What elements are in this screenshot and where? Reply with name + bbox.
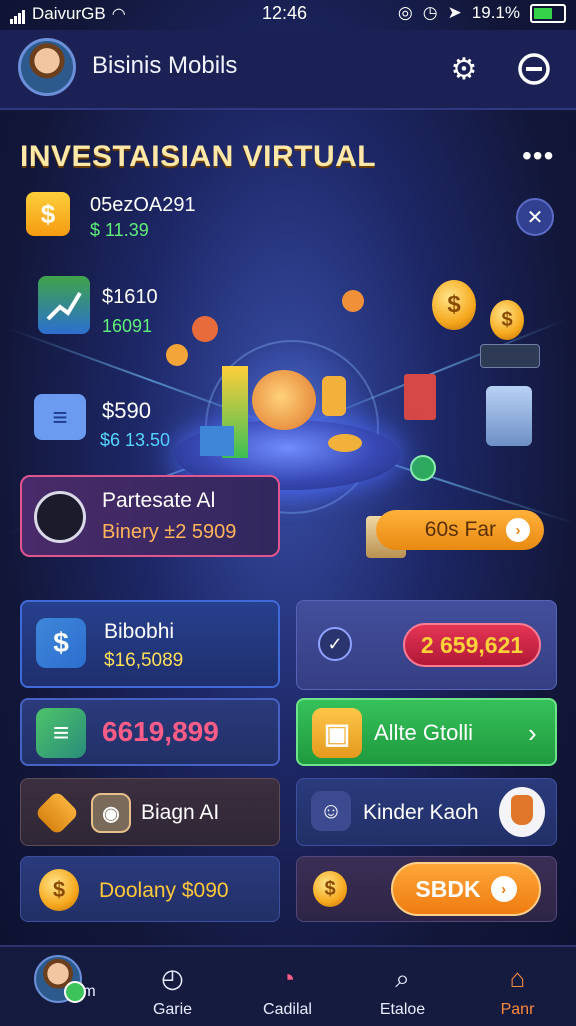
location-icon: ➤ — [447, 3, 462, 22]
promo-title: Partesate Al — [102, 489, 216, 512]
stat-1-label: 05ezOA291 — [90, 194, 196, 216]
alte-button[interactable]: ▣ Allte Gtolli › — [296, 698, 557, 766]
calculator-icon — [486, 386, 532, 446]
cash-value: 6619,899 — [102, 716, 219, 747]
coin-stack-icon — [322, 376, 346, 416]
design-card[interactable]: ◉ Biagn AI — [20, 778, 280, 846]
bibobhi-value: $16,5089 — [104, 650, 184, 671]
bibobhi-card[interactable]: $ Bibobhi $16,5089 — [20, 600, 280, 688]
nav-item-panr[interactable]: ⌂ Panr — [460, 947, 575, 1026]
kinder-label: Kinder Kaoh — [363, 801, 479, 824]
search-icon: ⌕ — [395, 963, 410, 993]
value-pill: 2 659,621 — [403, 623, 541, 667]
nav-item-cadilal[interactable]: ◔ Cadilal — [230, 947, 345, 1026]
doolany-label: Doolany $090 — [99, 879, 229, 902]
wallet-icon: $ — [26, 192, 70, 236]
trophy-icon — [499, 787, 545, 837]
alte-label: Allte Gtolli — [374, 720, 474, 745]
home-icon: ⌂ — [509, 963, 526, 993]
signal-icon — [10, 4, 26, 24]
hero-title: INVESTAISIAN VIRTUAL — [20, 140, 377, 173]
doolany-card[interactable]: $ Doolany $090 — [20, 856, 280, 922]
sdk-button[interactable]: SBDK › — [391, 862, 541, 916]
check-button[interactable]: ✓ — [318, 627, 352, 661]
document-icon: ≡ — [34, 394, 86, 440]
coin-icon: $ — [432, 280, 476, 330]
stat-1-value: $ 11.39 — [90, 220, 149, 240]
battery-percent: 19.1% — [471, 3, 520, 22]
money-globe-icon: $ — [36, 618, 86, 668]
nav-label: Garie — [152, 1001, 193, 1018]
stat-3-value: $6 13.50 — [100, 430, 171, 450]
coin-icon: $ — [313, 871, 347, 907]
avatar — [33, 955, 86, 1003]
bubble-icon — [166, 344, 188, 366]
nav-label: Panr — [500, 1001, 535, 1018]
kinder-card[interactable]: ☺ Kinder Kaoh — [296, 778, 557, 846]
header-title: Bisinis Mobils — [92, 52, 238, 79]
pin-icon — [410, 455, 436, 481]
coin-icon: $ — [39, 869, 79, 911]
promo-card[interactable]: Partesate Al Binery ±2 5909 — [20, 475, 280, 557]
status-right: ◎ ◷ ➤ 19.1% — [398, 3, 566, 23]
close-button[interactable]: ✕ — [516, 198, 554, 236]
nav-item-garie[interactable]: ◴ Garie — [115, 947, 230, 1026]
nav-label: Etaloe — [379, 1001, 426, 1018]
bibobhi-title: Bibobhi — [104, 620, 175, 643]
bottom-nav: Rim ◴ Garie ◔ Cadilal ⌕ Etaloe ⌂ Panr — [0, 945, 576, 1026]
check-icon: ✓ — [327, 633, 343, 654]
status-time: 12:46 — [262, 3, 308, 23]
cash-card[interactable]: ≡ 6619,899 — [20, 698, 280, 766]
design-label: Biagn AI — [141, 801, 220, 824]
gauge-icon: ◔ — [279, 963, 296, 993]
arrow-right-icon: › — [506, 518, 530, 542]
app-header: Bisinis Mobils ⚙ — [0, 30, 576, 110]
settings-button[interactable]: ⚙ — [444, 49, 484, 89]
status-bar: DaivurGB ◠ 12:46 ◎ ◷ ➤ 19.1% — [0, 0, 576, 28]
block-stack — [200, 426, 234, 456]
robot-icon: ☺ — [311, 791, 351, 831]
battery-icon — [530, 3, 566, 23]
clock-icon: ◷ — [422, 3, 438, 22]
gear-icon: ⚙ — [450, 52, 478, 86]
go-button-label: 60s Far — [424, 518, 496, 541]
mascot — [252, 370, 316, 430]
stat-2-value: 16091 — [102, 316, 153, 336]
cash-stack-icon: ≡ — [36, 708, 86, 758]
chevron-right-icon: › — [528, 718, 537, 748]
arrow-right-icon: › — [490, 876, 517, 902]
go-button[interactable]: 60s Far › — [376, 510, 544, 550]
wifi-icon: ◠ — [111, 6, 126, 23]
promo-subtitle: Binery ±2 5909 — [102, 521, 237, 543]
bubble-icon — [192, 316, 218, 342]
menu-button[interactable] — [514, 49, 554, 89]
heart-badge-icon — [34, 790, 80, 836]
robot-icon: ◉ — [91, 793, 131, 833]
bubble-icon — [342, 290, 364, 312]
building-icon — [404, 374, 436, 420]
stat-2-label: $1610 — [102, 286, 158, 308]
clock-icon: ◴ — [161, 963, 184, 993]
close-icon: ✕ — [526, 206, 544, 229]
alarm-icon: ◎ — [397, 3, 413, 22]
minus-circle-icon — [518, 53, 550, 85]
carrier-label: DaivurGB — [32, 4, 106, 23]
growth-chart-icon — [38, 276, 90, 334]
status-left: DaivurGB ◠ — [10, 4, 126, 24]
nav-item-etaloe[interactable]: ⌕ Etaloe — [345, 947, 460, 1026]
stat-3-label: $590 — [102, 398, 151, 423]
more-options-icon[interactable]: ••• — [522, 140, 554, 172]
nav-item-rim[interactable]: Rim — [0, 947, 115, 1026]
cash-stack-icon — [480, 344, 540, 368]
box-icon: ▣ — [312, 708, 362, 758]
coin-stack-icon — [328, 434, 362, 452]
coin-icon: $ — [490, 300, 524, 340]
nav-label: Cadilal — [263, 1001, 312, 1018]
avatar[interactable] — [18, 38, 76, 96]
sdk-button-label: SBDK — [415, 875, 481, 902]
promo-logo — [34, 491, 86, 543]
